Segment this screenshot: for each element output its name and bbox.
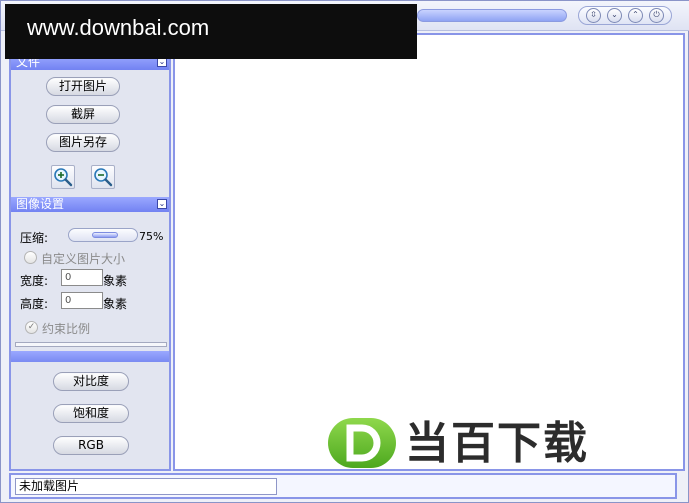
image-settings-header[interactable]: 图像设置 ⌄ [11, 197, 169, 212]
screenshot-button[interactable]: 截屏 [46, 105, 120, 124]
left-panel: 文件 ⌄ 打开图片 截屏 图片另存 图像设置 ⌄ 压缩: 75% 自定义图片大小… [9, 31, 171, 471]
brand-name: 当百下载 [405, 418, 589, 469]
status-bar: 未加载图片 [9, 473, 677, 499]
app-window: ⇳ ⌄ ⌃ ⏻ 文件 ⌄ 打开图片 截屏 图片另存 图像设置 ⌄ 压缩: 75%… [0, 0, 689, 503]
brand-d-glyph: D [346, 424, 381, 462]
custom-size-radio[interactable] [24, 251, 37, 264]
rgb-button[interactable]: RGB [53, 436, 129, 455]
minimize-icon[interactable]: ⌄ [607, 8, 622, 23]
keep-ratio-checkbox[interactable]: ✓ [25, 321, 38, 334]
custom-size-label: 自定义图片大小 [41, 252, 126, 266]
power-icon[interactable]: ⏻ [649, 8, 664, 23]
width-label: 宽度: [20, 274, 49, 288]
compress-label: 压缩: [20, 231, 49, 245]
save-as-button[interactable]: 图片另存 [46, 133, 120, 152]
status-text: 未加载图片 [15, 478, 277, 495]
adjust-section-header[interactable] [11, 351, 169, 362]
image-canvas[interactable] [173, 33, 685, 471]
title-progress-track [417, 9, 567, 22]
zoom-in-icon [54, 168, 73, 187]
maximize-icon[interactable]: ⌃ [628, 8, 643, 23]
chevron-down-icon[interactable]: ⌄ [157, 199, 167, 209]
height-input[interactable]: 0 [61, 292, 103, 309]
compress-slider[interactable] [68, 228, 138, 242]
image-settings-title: 图像设置 [16, 197, 65, 211]
width-input[interactable]: 0 [61, 269, 103, 286]
zoom-out-button[interactable] [91, 165, 115, 189]
site-watermark: www.downbai.com [5, 4, 417, 59]
contrast-button[interactable]: 对比度 [53, 372, 129, 391]
restore-icon[interactable]: ⇳ [586, 8, 601, 23]
open-image-button[interactable]: 打开图片 [46, 77, 120, 96]
height-unit: 象素 [103, 297, 128, 311]
keep-ratio-label: 约束比例 [42, 322, 91, 336]
compress-value: 75% [139, 230, 164, 243]
brand-logo-icon: D [328, 418, 396, 468]
zoom-in-button[interactable] [51, 165, 75, 189]
height-label: 高度: [20, 297, 49, 311]
window-controls: ⇳ ⌄ ⌃ ⏻ [578, 6, 672, 25]
width-unit: 象素 [103, 274, 128, 288]
section-divider [15, 342, 167, 347]
compress-slider-thumb[interactable] [92, 232, 118, 238]
saturation-button[interactable]: 饱和度 [53, 404, 129, 423]
zoom-out-icon [94, 168, 113, 187]
